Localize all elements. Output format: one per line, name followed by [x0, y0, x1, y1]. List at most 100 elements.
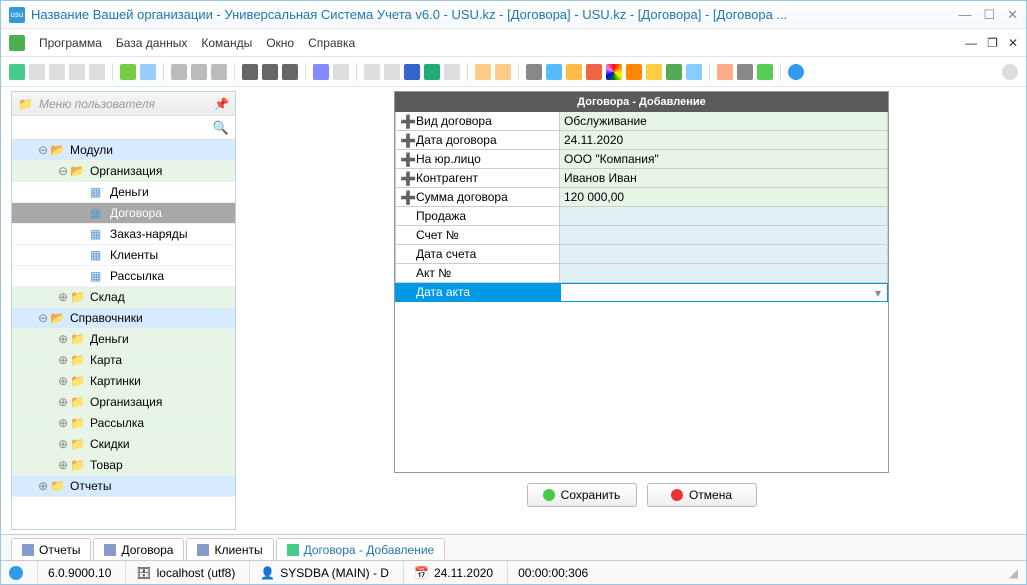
mdi-close-icon[interactable]: ✕	[1008, 36, 1018, 50]
tree-item[interactable]: ⊖📂Модули	[12, 140, 235, 161]
tb-refresh-icon[interactable]	[9, 64, 25, 80]
tb-grid-icon[interactable]	[313, 64, 329, 80]
tree-item[interactable]: ▦Заказ-наряды	[12, 224, 235, 245]
tb-page-icon[interactable]	[384, 64, 400, 80]
form-row: ➕КонтрагентИванов Иван	[395, 169, 888, 188]
tb-phone-icon[interactable]	[526, 64, 542, 80]
tb-lock-icon[interactable]	[646, 64, 662, 80]
pin-icon[interactable]: 📌	[214, 97, 229, 111]
form-row: Дата акта	[395, 283, 888, 302]
tree-item[interactable]: ▦Клиенты	[12, 245, 235, 266]
tb-play-icon[interactable]	[757, 64, 773, 80]
mdi-restore-icon[interactable]: ❐	[987, 36, 998, 50]
tree-item[interactable]: ⊕📁Рассылка	[12, 413, 235, 434]
tree-item[interactable]: ⊕📁Склад	[12, 287, 235, 308]
tb-word-icon[interactable]	[404, 64, 420, 80]
cancel-button[interactable]: Отмена	[647, 483, 757, 507]
tb-chat-icon[interactable]	[686, 64, 702, 80]
tb-new-icon[interactable]	[29, 64, 45, 80]
tb-print-icon[interactable]	[737, 64, 753, 80]
status-host: localhost (utf8)	[157, 566, 236, 580]
tb-color-icon[interactable]	[606, 64, 622, 80]
field-value[interactable]: Иванов Иван	[560, 169, 888, 188]
minimize-button[interactable]: —	[958, 7, 971, 23]
tb-flag-icon[interactable]	[242, 64, 258, 80]
user-icon: 👤	[260, 566, 275, 580]
menu-commands[interactable]: Команды	[201, 36, 252, 50]
tb-power-icon[interactable]	[1002, 64, 1018, 80]
tb-sms-icon[interactable]	[546, 64, 562, 80]
tb-mail-icon[interactable]	[566, 64, 582, 80]
tree-item[interactable]: ⊕📁Товар	[12, 455, 235, 476]
tb-filter3-icon[interactable]	[211, 64, 227, 80]
tb-del-icon[interactable]	[89, 64, 105, 80]
user-menu-label: Меню пользователя	[39, 97, 208, 111]
search-icon[interactable]: 🔍	[213, 120, 229, 136]
field-value[interactable]: 120 000,00	[560, 188, 888, 207]
tb-export2-icon[interactable]	[495, 64, 511, 80]
field-label: Продажа	[395, 207, 560, 226]
tb-edit-icon[interactable]	[69, 64, 85, 80]
tree-item[interactable]: ⊕📁Деньги	[12, 329, 235, 350]
field-value[interactable]	[560, 207, 888, 226]
tree-item[interactable]: ▦Договора	[12, 203, 235, 224]
tb-calendar-icon[interactable]	[717, 64, 733, 80]
tree-item[interactable]: ⊕📁Картинки	[12, 371, 235, 392]
toolbar	[1, 57, 1026, 87]
tb-flag2-icon[interactable]	[262, 64, 278, 80]
tree-item[interactable]: ▦Деньги	[12, 182, 235, 203]
tb-search-icon[interactable]	[140, 64, 156, 80]
status-time: 00:00:00:306	[518, 566, 588, 580]
tree-item[interactable]: ⊕📁Организация	[12, 392, 235, 413]
tab[interactable]: Договора - Добавление	[276, 538, 446, 560]
tree-item[interactable]: ⊕📁Отчеты	[12, 476, 235, 497]
form-row: Акт №	[395, 264, 888, 283]
form-row: ➕На юр.лицоООО "Компания"	[395, 150, 888, 169]
tb-copy-icon[interactable]	[49, 64, 65, 80]
tb-info-icon[interactable]	[788, 64, 804, 80]
menu-window[interactable]: Окно	[266, 36, 294, 50]
tb-pin-icon[interactable]	[586, 64, 602, 80]
field-value[interactable]: Обслуживание	[560, 112, 888, 131]
tb-undo-icon[interactable]	[120, 64, 136, 80]
tb-doc-icon[interactable]	[364, 64, 380, 80]
close-button[interactable]: ✕	[1007, 7, 1018, 23]
field-value[interactable]	[560, 283, 888, 302]
form-row: Продажа	[395, 207, 888, 226]
form-row: ➕Сумма договора120 000,00	[395, 188, 888, 207]
field-value[interactable]: ООО "Компания"	[560, 150, 888, 169]
field-value[interactable]	[560, 245, 888, 264]
tree-item[interactable]: ⊖📂Справочники	[12, 308, 235, 329]
tree-item[interactable]: ▦Рассылка	[12, 266, 235, 287]
tb-filter2-icon[interactable]	[191, 64, 207, 80]
menu-database[interactable]: База данных	[116, 36, 187, 50]
maximize-button[interactable]: ☐	[983, 7, 995, 23]
tb-grid2-icon[interactable]	[333, 64, 349, 80]
program-icon	[9, 35, 25, 51]
menu-help[interactable]: Справка	[308, 36, 355, 50]
tb-users-icon[interactable]	[666, 64, 682, 80]
search-row: 🔍	[12, 116, 235, 140]
tb-flag3-icon[interactable]	[282, 64, 298, 80]
tree-item[interactable]: ⊕📁Скидки	[12, 434, 235, 455]
resize-grip-icon[interactable]: ◢	[1009, 566, 1018, 580]
field-value[interactable]	[560, 264, 888, 283]
tab[interactable]: Отчеты	[11, 538, 91, 560]
main-area: Договора - Добавление ➕Вид договораОбслу…	[236, 87, 1026, 534]
tab[interactable]: Договора	[93, 538, 184, 560]
tb-export-icon[interactable]	[444, 64, 460, 80]
tree-item[interactable]: ⊕📁Карта	[12, 350, 235, 371]
tb-filter-icon[interactable]	[171, 64, 187, 80]
tb-rss-icon[interactable]	[626, 64, 642, 80]
tb-import-icon[interactable]	[475, 64, 491, 80]
mdi-minimize-icon[interactable]: —	[965, 36, 977, 50]
field-value[interactable]: 24.11.2020	[560, 131, 888, 150]
tab[interactable]: Клиенты	[186, 538, 273, 560]
tree-item[interactable]: ⊖📂Организация	[12, 161, 235, 182]
info-status-icon	[9, 566, 23, 580]
menu-program[interactable]: Программа	[39, 36, 102, 50]
tb-excel-icon[interactable]	[424, 64, 440, 80]
save-button[interactable]: Сохранить	[527, 483, 637, 507]
field-value[interactable]	[560, 226, 888, 245]
folder-icon: 📁	[18, 97, 33, 111]
